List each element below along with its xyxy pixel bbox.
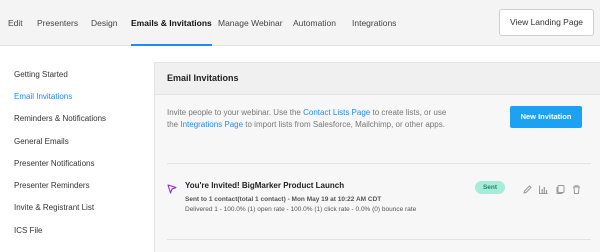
top-nav: Edit Presenters Design Emails & Invitati… xyxy=(0,0,600,46)
invitation-sent-info: Sent to 1 contact(total 1 contact) - Mon… xyxy=(185,196,382,203)
contact-lists-link[interactable]: Contact Lists Page xyxy=(303,108,370,117)
invitation-title[interactable]: You're Invited! BigMarker Product Launch xyxy=(185,181,344,190)
tab-automation[interactable]: Automation xyxy=(293,0,336,46)
sidebar-item-invite-registrant-list[interactable]: Invite & Registrant List xyxy=(14,203,94,212)
intro-text-1: Invite people to your webinar. Use the xyxy=(167,108,304,117)
tab-design[interactable]: Design xyxy=(91,0,117,46)
sidebar-item-presenter-notifications[interactable]: Presenter Notifications xyxy=(14,159,94,168)
trash-icon[interactable] xyxy=(571,182,582,194)
tab-manage-webinar[interactable]: Manage Webinar xyxy=(218,0,283,46)
panel-header: Email Invitations xyxy=(155,63,600,95)
sidebar-item-reminders-notifications[interactable]: Reminders & Notifications xyxy=(14,114,106,123)
sidebar-item-general-emails[interactable]: General Emails xyxy=(14,137,69,146)
invitation-stats: Delivered 1 - 100.0% (1) open rate - 100… xyxy=(185,206,417,213)
bar-chart-icon[interactable] xyxy=(538,182,549,194)
tab-emails-invitations[interactable]: Emails & Invitations xyxy=(131,0,212,46)
view-landing-page-button[interactable]: View Landing Page xyxy=(499,9,594,36)
divider xyxy=(167,239,591,240)
divider xyxy=(167,163,591,164)
status-badge: Sent xyxy=(475,181,505,194)
pencil-icon[interactable] xyxy=(522,182,533,194)
invite-instructions: Invite people to your webinar. Use the C… xyxy=(167,107,457,131)
sidebar-item-ics-file[interactable]: ICS File xyxy=(14,226,42,235)
tab-edit[interactable]: Edit xyxy=(8,0,23,46)
send-icon xyxy=(167,181,177,194)
sidebar-item-getting-started[interactable]: Getting Started xyxy=(14,70,68,79)
email-invitations-panel: Email Invitations Invite people to your … xyxy=(154,62,600,252)
page-title: Email Invitations xyxy=(167,73,239,83)
sidebar-item-email-invitations[interactable]: Email Invitations xyxy=(14,92,72,101)
tab-integrations[interactable]: Integrations xyxy=(352,0,396,46)
sidebar-item-presenter-reminders[interactable]: Presenter Reminders xyxy=(14,181,90,190)
new-invitation-button[interactable]: New Invitation xyxy=(510,106,582,128)
intro-text-3: to import lists from Salesforce, Mailchi… xyxy=(243,120,445,129)
copy-icon[interactable] xyxy=(555,182,566,194)
integrations-link[interactable]: Integrations Page xyxy=(180,120,243,129)
tab-presenters[interactable]: Presenters xyxy=(37,0,78,46)
